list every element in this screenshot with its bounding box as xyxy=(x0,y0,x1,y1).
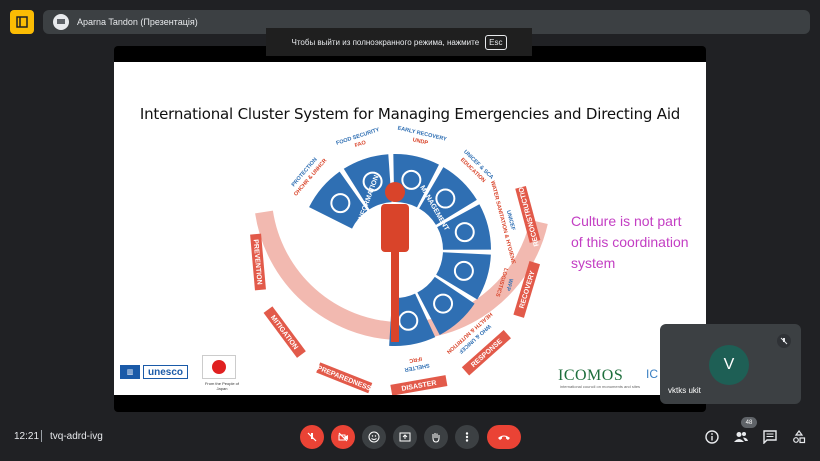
mic-off-icon xyxy=(777,334,791,348)
fullscreen-hint-text: Чтобы выйти из полноэкранного режима, на… xyxy=(291,37,480,47)
cluster-label: SHELTER xyxy=(404,362,430,373)
hang-up-icon xyxy=(498,435,510,440)
mic-off-icon xyxy=(307,432,317,442)
people-button[interactable] xyxy=(732,428,750,446)
more-options-button[interactable] xyxy=(455,425,479,449)
figure-stem xyxy=(391,250,399,342)
culture-note: Culture is not part of this coordination… xyxy=(571,213,689,271)
unesco-temple-icon: ▥ xyxy=(120,365,140,379)
info-icon xyxy=(705,430,719,444)
presenter-name: Aparna Tandon (Презентація) xyxy=(77,17,198,27)
shapes-icon xyxy=(793,430,806,444)
presentation-slide: International Cluster System for Managin… xyxy=(114,62,706,395)
chat-icon xyxy=(763,430,777,444)
cluster-label: IFRC xyxy=(409,355,423,363)
cluster-label: UNDP xyxy=(412,137,429,146)
unesco-logo: ▥ unesco xyxy=(120,365,189,379)
camera-off-icon xyxy=(338,432,348,442)
activities-button[interactable] xyxy=(790,428,808,446)
icomos-logo: ICOMOS xyxy=(558,367,624,384)
present-button[interactable] xyxy=(393,425,417,449)
partial-logo: IC xyxy=(646,367,658,381)
present-screen-icon xyxy=(399,432,411,442)
meet-activity-icon[interactable] xyxy=(10,10,34,34)
icomos-subtitle: international council on monuments and s… xyxy=(560,384,641,389)
people-icon xyxy=(734,432,748,442)
reactions-button[interactable] xyxy=(362,425,386,449)
mic-toggle-button[interactable] xyxy=(300,425,324,449)
presenter-avatar-icon xyxy=(53,14,69,30)
japan-caption: From the People of Japan xyxy=(204,381,240,391)
camera-toggle-button[interactable] xyxy=(331,425,355,449)
participant-name: vktks ukit xyxy=(668,386,701,395)
japan-flag-icon xyxy=(202,355,236,379)
emoji-icon xyxy=(368,431,380,443)
cycle-label: MITIGATION xyxy=(269,314,299,351)
unesco-wordmark: unesco xyxy=(143,365,189,379)
fullscreen-exit-hint: Чтобы выйти из полноэкранного режима, на… xyxy=(266,28,532,56)
shared-screen: International Cluster System for Managin… xyxy=(114,46,706,412)
divider xyxy=(41,430,42,442)
esc-key: Esc xyxy=(485,34,507,50)
participants-count-badge: 48 xyxy=(741,417,757,428)
leave-call-button[interactable] xyxy=(487,425,521,449)
hand-icon xyxy=(432,433,440,443)
figure-head xyxy=(385,182,405,202)
meeting-code: tvq-adrd-ivg xyxy=(50,431,103,442)
raise-hand-button[interactable] xyxy=(424,425,448,449)
meeting-details-button[interactable] xyxy=(703,428,721,446)
cluster-label: FAO xyxy=(354,140,367,149)
cycle-label: PREPAREDNESS xyxy=(316,365,372,393)
participant-avatar: V xyxy=(709,345,749,385)
participant-tile[interactable]: V vktks ukit xyxy=(660,324,801,404)
clock: 12:21 xyxy=(14,431,40,442)
figure-body xyxy=(381,204,409,252)
chat-button[interactable] xyxy=(761,428,779,446)
more-vert-icon xyxy=(465,432,469,442)
japan-logo: From the People of Japan xyxy=(202,355,242,391)
